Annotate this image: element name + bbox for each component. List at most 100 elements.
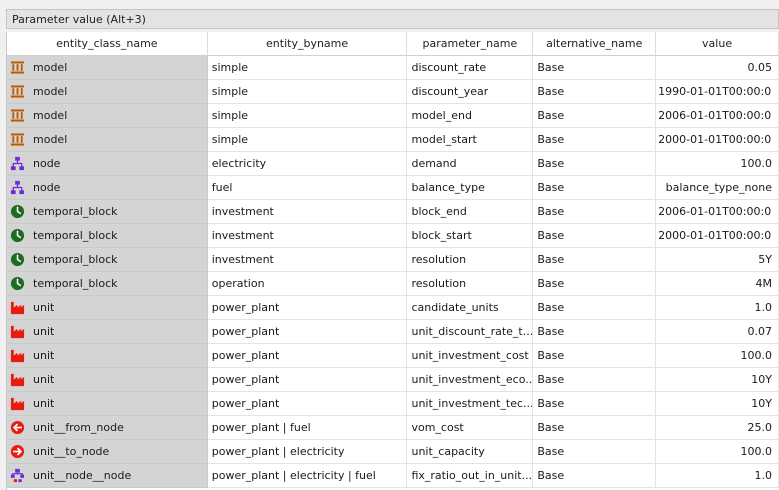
- value-cell[interactable]: 10Y: [656, 368, 779, 392]
- entity-byname-cell[interactable]: simple: [207, 56, 408, 80]
- table-row[interactable]: unit__to_node power_plant | electricity un…: [7, 440, 779, 464]
- parameter-name-cell[interactable]: unit_capacity: [407, 440, 534, 464]
- alternative-name-cell[interactable]: Base: [533, 368, 657, 392]
- entity-byname-cell[interactable]: investment: [207, 224, 408, 248]
- value-cell[interactable]: 2000-01-01T00:00:00: [656, 128, 779, 152]
- value-cell[interactable]: 2006-01-01T00:00:00: [656, 200, 779, 224]
- column-header-value[interactable]: value: [656, 32, 779, 56]
- entity-class-name-cell[interactable]: model: [7, 128, 208, 152]
- table-row[interactable]: unit__node__node power_plant | electricit…: [7, 464, 779, 488]
- value-cell[interactable]: 10Y: [656, 392, 779, 416]
- entity-byname-cell[interactable]: simple: [207, 80, 408, 104]
- entity-byname-cell[interactable]: power_plant: [207, 320, 408, 344]
- value-cell[interactable]: 1990-01-01T00:00:00: [656, 80, 779, 104]
- entity-byname-cell[interactable]: power_plant: [207, 368, 408, 392]
- entity-class-name-cell[interactable]: model: [7, 56, 208, 80]
- entity-byname-cell[interactable]: power_plant: [207, 392, 408, 416]
- entity-class-name-cell[interactable]: temporal_block: [7, 248, 208, 272]
- value-cell[interactable]: 25.0: [656, 416, 779, 440]
- entity-class-name-cell[interactable]: model: [7, 104, 208, 128]
- entity-class-name-cell[interactable]: unit__node__node: [7, 464, 208, 488]
- entity-class-name-cell[interactable]: unit__to_node: [7, 440, 208, 464]
- value-cell[interactable]: 0.05: [656, 56, 779, 80]
- value-cell[interactable]: 100.0: [656, 344, 779, 368]
- parameter-name-cell[interactable]: unit_investment_cost: [407, 344, 534, 368]
- entity-class-name-cell[interactable]: unit: [7, 320, 208, 344]
- value-cell[interactable]: 1.0: [656, 296, 779, 320]
- table-row[interactable]: temporal_block investment block_start Base 2…: [7, 224, 779, 248]
- table-row[interactable]: node electricity demand Base 100.0: [7, 152, 779, 176]
- parameter-name-cell[interactable]: resolution: [407, 248, 534, 272]
- alternative-name-cell[interactable]: Base: [533, 152, 657, 176]
- parameter-name-cell[interactable]: discount_year: [407, 80, 534, 104]
- table-row[interactable]: temporal_block investment block_end Base 200…: [7, 200, 779, 224]
- alternative-name-cell[interactable]: Base: [533, 176, 657, 200]
- parameter-name-cell[interactable]: balance_type: [407, 176, 534, 200]
- column-header-entity-class-name[interactable]: entity_class_name: [7, 32, 208, 56]
- table-row[interactable]: unit power_plant unit_investment_cost Base 1…: [7, 344, 779, 368]
- table-row[interactable]: model simple model_start Base 2000-01-01T00:…: [7, 128, 779, 152]
- entity-byname-cell[interactable]: power_plant: [207, 344, 408, 368]
- table-row[interactable]: temporal_block operation resolution Base 4M: [7, 272, 779, 296]
- entity-class-name-cell[interactable]: unit: [7, 392, 208, 416]
- entity-byname-cell[interactable]: simple: [207, 128, 408, 152]
- parameter-name-cell[interactable]: resolution: [407, 272, 534, 296]
- table-row[interactable]: temporal_block investment resolution Base 5Y: [7, 248, 779, 272]
- parameter-name-cell[interactable]: demand: [407, 152, 534, 176]
- entity-byname-cell[interactable]: operation: [207, 272, 408, 296]
- alternative-name-cell[interactable]: Base: [533, 80, 657, 104]
- entity-byname-cell[interactable]: electricity: [207, 152, 408, 176]
- entity-class-name-cell[interactable]: temporal_block: [7, 272, 208, 296]
- entity-class-name-cell[interactable]: unit: [7, 296, 208, 320]
- parameter-name-cell[interactable]: unit_investment_tec...: [407, 392, 534, 416]
- dock-title-bar[interactable]: Parameter value (Alt+3): [6, 9, 779, 29]
- alternative-name-cell[interactable]: Base: [533, 416, 657, 440]
- value-cell[interactable]: 5Y: [656, 248, 779, 272]
- table-row[interactable]: model simple discount_year Base 1990-01-01T0…: [7, 80, 779, 104]
- value-cell[interactable]: 100.0: [656, 440, 779, 464]
- value-cell[interactable]: 2000-01-01T00:00:00: [656, 224, 779, 248]
- entity-class-name-cell[interactable]: unit: [7, 368, 208, 392]
- value-cell[interactable]: balance_type_none: [656, 176, 779, 200]
- parameter-name-cell[interactable]: fix_ratio_out_in_unit...: [407, 464, 534, 488]
- table-row[interactable]: unit power_plant unit_investment_tec... Bas…: [7, 392, 779, 416]
- entity-class-name-cell[interactable]: model: [7, 80, 208, 104]
- entity-byname-cell[interactable]: fuel: [207, 176, 408, 200]
- alternative-name-cell[interactable]: Base: [533, 272, 657, 296]
- entity-class-name-cell[interactable]: temporal_block: [7, 224, 208, 248]
- value-cell[interactable]: 2006-01-01T00:00:00: [656, 104, 779, 128]
- entity-byname-cell[interactable]: power_plant | fuel: [207, 416, 408, 440]
- parameter-value-table[interactable]: entity_class_name entity_byname paramete…: [6, 32, 779, 490]
- table-row[interactable]: unit power_plant unit_discount_rate_t... Ba…: [7, 320, 779, 344]
- entity-byname-cell[interactable]: power_plant | electricity: [207, 440, 408, 464]
- alternative-name-cell[interactable]: Base: [533, 344, 657, 368]
- parameter-name-cell[interactable]: vom_cost: [407, 416, 534, 440]
- table-row[interactable]: model simple model_end Base 2006-01-01T00:00…: [7, 104, 779, 128]
- table-row[interactable]: node fuel balance_type Base balance_type_non…: [7, 176, 779, 200]
- entity-class-name-cell[interactable]: node: [7, 176, 208, 200]
- entity-class-name-cell[interactable]: unit: [7, 344, 208, 368]
- parameter-name-cell[interactable]: model_end: [407, 104, 534, 128]
- value-cell[interactable]: 4M: [656, 272, 779, 296]
- alternative-name-cell[interactable]: Base: [533, 104, 657, 128]
- parameter-name-cell[interactable]: block_start: [407, 224, 534, 248]
- entity-byname-cell[interactable]: power_plant: [207, 296, 408, 320]
- entity-class-name-cell[interactable]: node: [7, 152, 208, 176]
- parameter-name-cell[interactable]: unit_discount_rate_t...: [407, 320, 534, 344]
- table-row[interactable]: unit power_plant unit_investment_eco... Bas…: [7, 368, 779, 392]
- alternative-name-cell[interactable]: Base: [533, 320, 657, 344]
- table-row[interactable]: unit power_plant candidate_units Base 1.0: [7, 296, 779, 320]
- column-header-parameter-name[interactable]: parameter_name: [407, 32, 534, 56]
- entity-byname-cell[interactable]: power_plant | electricity | fuel: [207, 464, 408, 488]
- column-header-alternative-name[interactable]: alternative_name: [533, 32, 657, 56]
- alternative-name-cell[interactable]: Base: [533, 128, 657, 152]
- entity-byname-cell[interactable]: simple: [207, 104, 408, 128]
- column-header-entity-byname[interactable]: entity_byname: [207, 32, 408, 56]
- alternative-name-cell[interactable]: Base: [533, 392, 657, 416]
- entity-byname-cell[interactable]: investment: [207, 200, 408, 224]
- table-row[interactable]: model simple discount_rate Base 0.05: [7, 56, 779, 80]
- alternative-name-cell[interactable]: Base: [533, 296, 657, 320]
- value-cell[interactable]: 1.0: [656, 464, 779, 488]
- alternative-name-cell[interactable]: Base: [533, 440, 657, 464]
- value-cell[interactable]: 100.0: [656, 152, 779, 176]
